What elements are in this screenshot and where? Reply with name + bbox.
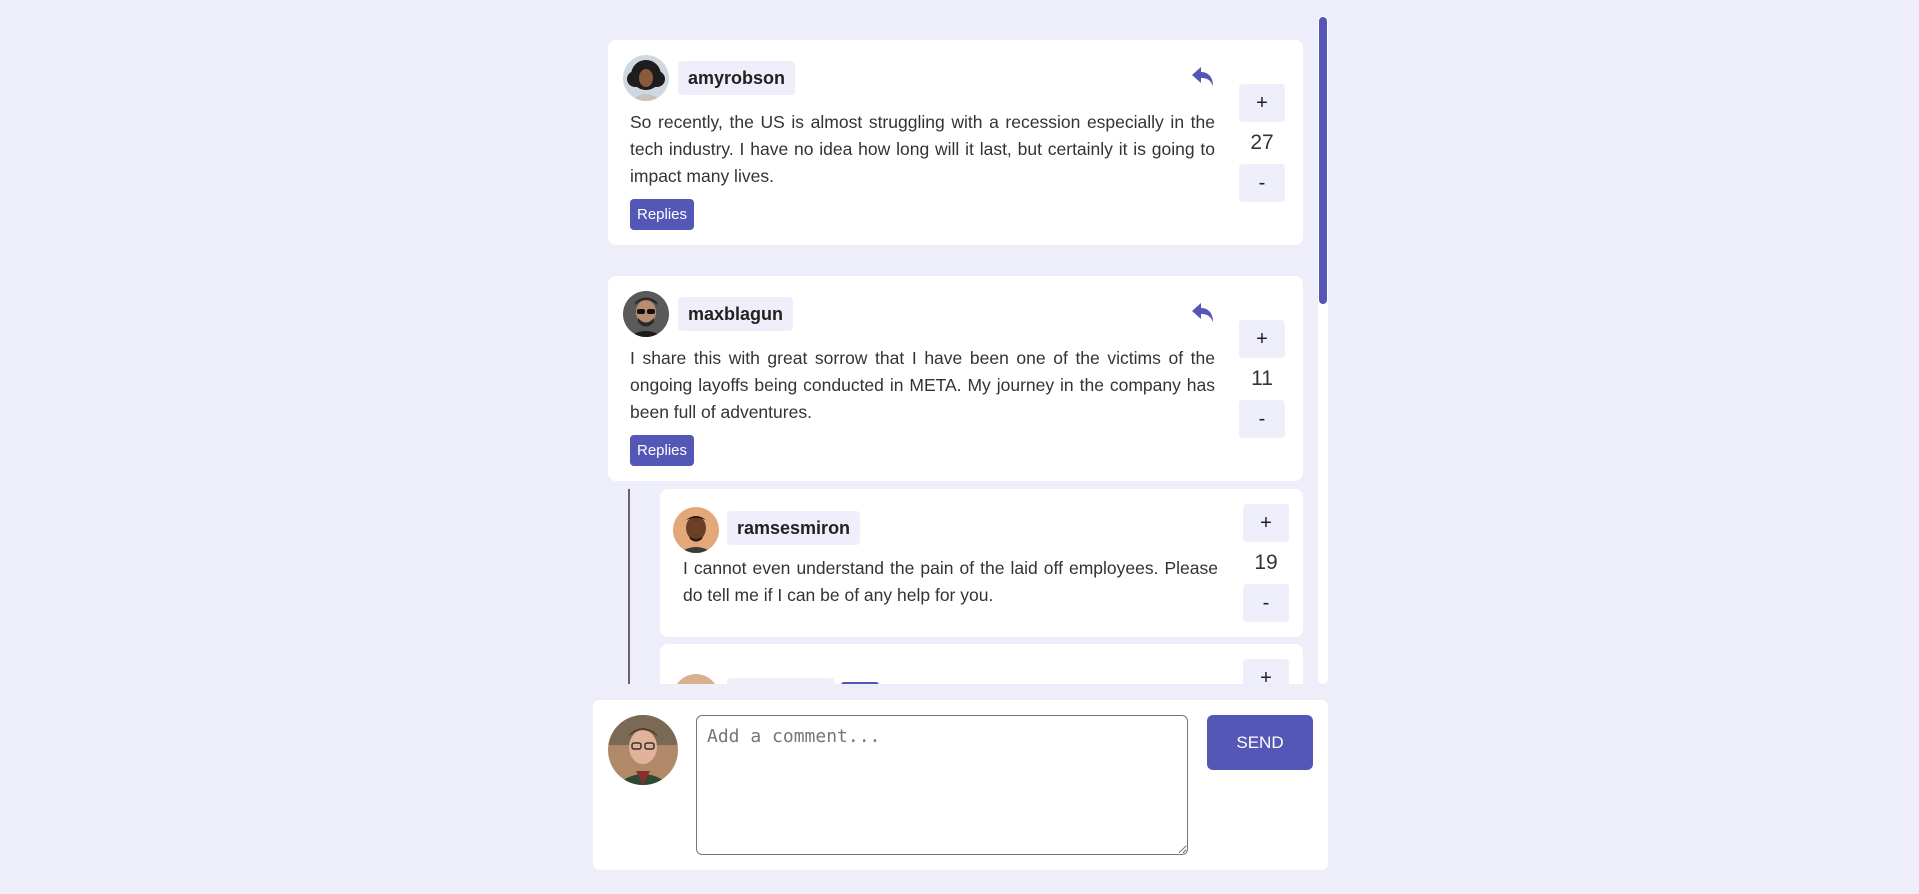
comment-username[interactable]: maxblagun — [678, 297, 794, 331]
comment-username[interactable]: ramsesmiron — [727, 511, 861, 545]
reply-arrow-icon[interactable] — [1191, 66, 1215, 88]
comment-input[interactable] — [696, 715, 1188, 855]
reply-thread-line — [628, 489, 630, 684]
comment-text: So recently, the US is almost struggling… — [630, 112, 1215, 186]
vote-control: + — [1243, 659, 1289, 684]
replies-button[interactable]: Replies — [630, 199, 695, 230]
scrollbar[interactable] — [1318, 16, 1328, 684]
comment-username[interactable]: amyrobson — [678, 61, 796, 95]
comment-username[interactable] — [727, 678, 835, 684]
avatar-ramsesmiron — [673, 507, 719, 553]
vote-control: + 27 - — [1239, 84, 1285, 202]
avatar — [673, 674, 719, 684]
you-badge — [841, 682, 879, 684]
reply-arrow-icon[interactable] — [1191, 302, 1215, 324]
reply-card: ramsesmiron I cannot even understand the… — [660, 489, 1303, 637]
comment-text: I cannot even understand the pain of the… — [683, 558, 1218, 605]
vote-score: 11 — [1251, 367, 1273, 390]
comment-card: maxblagun I share this with great sorrow… — [608, 276, 1303, 481]
upvote-button[interactable]: + — [1243, 659, 1289, 684]
scrollbar-thumb[interactable] — [1319, 17, 1327, 304]
comment-thread[interactable]: amyrobson So recently, the US is almost … — [608, 20, 1308, 684]
downvote-button[interactable]: - — [1239, 400, 1285, 438]
downvote-button[interactable]: - — [1243, 584, 1289, 622]
downvote-button[interactable]: - — [1239, 164, 1285, 202]
replies-button[interactable]: Replies — [630, 435, 695, 466]
vote-score: 27 — [1250, 131, 1274, 154]
comment-text: I share this with great sorrow that I ha… — [630, 348, 1215, 422]
upvote-button[interactable]: + — [1239, 84, 1285, 122]
comment-card: amyrobson So recently, the US is almost … — [608, 40, 1303, 245]
current-user-avatar — [608, 715, 678, 785]
upvote-button[interactable]: + — [1239, 320, 1285, 358]
vote-control: + 11 - — [1239, 320, 1285, 438]
comment-composer: SEND — [593, 700, 1328, 870]
send-button[interactable]: SEND — [1207, 715, 1313, 770]
comments-app: amyrobson So recently, the US is almost … — [0, 0, 1919, 894]
reply-card: + — [660, 644, 1303, 684]
avatar-maxblagun — [623, 291, 669, 337]
upvote-button[interactable]: + — [1243, 504, 1289, 542]
vote-score: 19 — [1254, 551, 1278, 574]
avatar-amyrobson — [623, 55, 669, 101]
vote-control: + 19 - — [1243, 504, 1289, 622]
